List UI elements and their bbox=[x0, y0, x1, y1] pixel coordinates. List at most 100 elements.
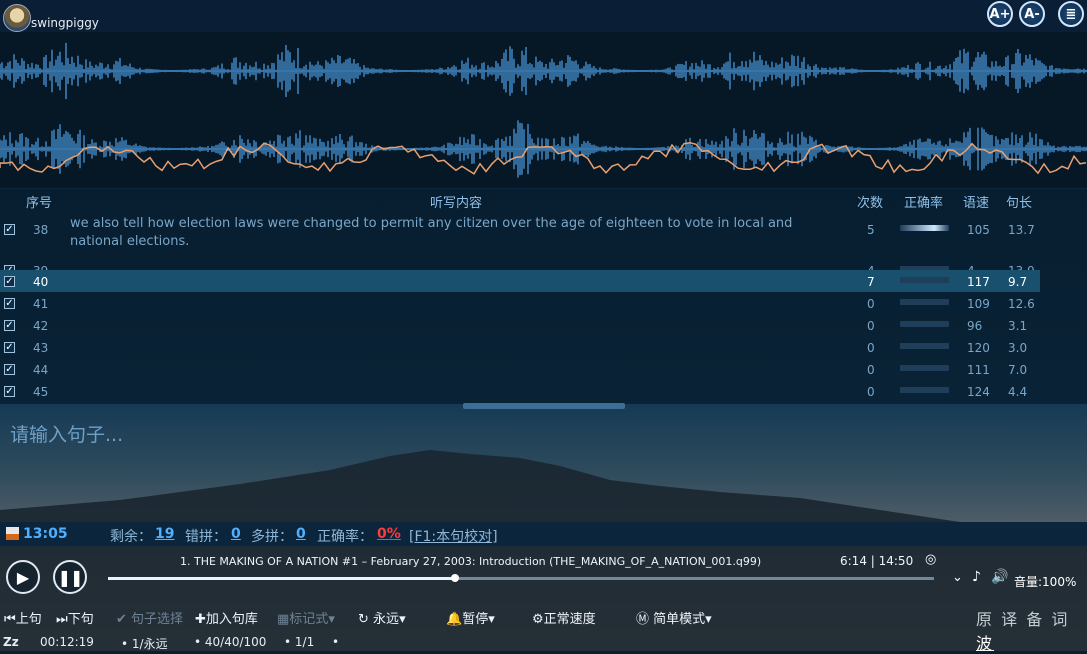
waveform-detail[interactable] bbox=[0, 110, 1087, 188]
tab-original[interactable]: 原 bbox=[976, 610, 994, 629]
timer: 13:05 bbox=[23, 526, 68, 542]
table-row[interactable]: ✓ 44 0 111 7.0 bbox=[0, 358, 1040, 380]
title-bar bbox=[0, 0, 1087, 32]
repeat-icon: ↻ bbox=[358, 612, 369, 627]
sleep-icon[interactable]: Zz bbox=[3, 635, 19, 649]
table-row[interactable]: ✓ 38 we also tell how election laws were c… bbox=[0, 216, 1040, 255]
check-icon: ✔ bbox=[116, 612, 127, 627]
row-count: 5 bbox=[867, 223, 875, 237]
next-sentence-button[interactable]: ⏭下句 bbox=[56, 608, 94, 627]
stats-bar: 13:05 剩余： 19 错拼： 0 多拼： 0 正确率： 0% [F1:本句校… bbox=[0, 522, 1087, 546]
volume-icon[interactable]: 🔊 bbox=[991, 569, 1008, 585]
repeat-status: • 1/永远 bbox=[121, 637, 168, 651]
speed-label: 正常速度 bbox=[543, 612, 596, 627]
tab-translation[interactable]: 译 bbox=[1001, 610, 1019, 629]
progress-handle[interactable] bbox=[450, 574, 459, 582]
row-length: 9.7 bbox=[1008, 275, 1028, 289]
row-checkbox[interactable]: ✓ bbox=[4, 224, 15, 235]
mode-icon: Ⓜ bbox=[636, 612, 650, 627]
speed-button[interactable]: ⚙正常速度 bbox=[532, 608, 596, 627]
pause-mode-dropdown[interactable]: 🔔暂停▾ bbox=[446, 608, 495, 627]
play-button[interactable]: ▶ bbox=[6, 560, 40, 594]
row-checkbox[interactable]: ✓ bbox=[4, 342, 15, 353]
chevron-down-icon[interactable]: ⌄ bbox=[952, 570, 963, 585]
music-note-icon[interactable]: ♪ bbox=[972, 569, 981, 585]
table-row[interactable]: ✓ 45 0 124 4.4 bbox=[0, 380, 1040, 402]
pause-button[interactable]: ❚❚ bbox=[53, 560, 87, 594]
pitch-curve bbox=[0, 142, 1087, 175]
table-row[interactable]: ✓ 43 0 120 3.0 bbox=[0, 336, 1040, 358]
row-checkbox[interactable]: ✓ bbox=[4, 276, 15, 287]
mouse-icon[interactable]: ◎ bbox=[925, 552, 936, 567]
clock-icon bbox=[6, 527, 19, 540]
row-checkbox[interactable]: ✓ bbox=[4, 386, 15, 397]
row-count: 0 bbox=[867, 385, 875, 399]
bell-icon: 🔔 bbox=[446, 612, 463, 627]
plus-icon: ✚ bbox=[195, 612, 206, 627]
row-length: 4.4 bbox=[1008, 385, 1028, 399]
select-label: 句子选择 bbox=[131, 612, 184, 627]
prev-label: 上句 bbox=[15, 612, 42, 627]
mode-dropdown[interactable]: Ⓜ 简单模式▾ bbox=[636, 608, 712, 627]
row-count: 0 bbox=[867, 341, 875, 355]
accuracy-bar bbox=[900, 343, 949, 349]
add-to-library-button[interactable]: ✚加入句库 bbox=[195, 608, 258, 627]
prev-sentence-button[interactable]: ⏮上句 bbox=[4, 608, 42, 627]
row-checkbox[interactable]: ✓ bbox=[4, 298, 15, 309]
font-increase-button[interactable]: A+ bbox=[987, 1, 1013, 27]
track-time: 6:14 | 14:50 bbox=[840, 554, 914, 568]
row-count: 7 bbox=[867, 275, 875, 289]
repeat-status-value: 1/永远 bbox=[131, 637, 168, 651]
tab-words[interactable]: 词 bbox=[1051, 610, 1069, 629]
table-row[interactable]: ✓ 41 0 109 12.6 bbox=[0, 292, 1040, 314]
row-length: 13.7 bbox=[1008, 223, 1035, 237]
font-decrease-button[interactable]: A- bbox=[1019, 1, 1045, 27]
waveform-panel[interactable] bbox=[0, 32, 1087, 188]
row-index: 45 bbox=[33, 385, 49, 399]
next-label: 下句 bbox=[67, 612, 94, 627]
page-status-value: 1/1 bbox=[294, 635, 315, 649]
misspell-value[interactable]: 0 bbox=[231, 526, 241, 542]
row-length: 3.0 bbox=[1008, 341, 1028, 355]
pause-label: 暂停 bbox=[462, 612, 489, 627]
sentence-select-button[interactable]: ✔ 句子选择 bbox=[116, 608, 183, 627]
row-length: 3.1 bbox=[1008, 319, 1028, 333]
gear-icon: ⚙ bbox=[532, 612, 544, 627]
row-checkbox[interactable]: ✓ bbox=[4, 364, 15, 375]
misspell-label: 错拼： bbox=[185, 529, 227, 545]
header-accuracy: 正确率 bbox=[904, 196, 944, 211]
progress-status: • 40/40/100 bbox=[194, 635, 267, 649]
font-increase-icon: A+ bbox=[989, 6, 1011, 22]
repeat-dropdown[interactable]: ↻ 永远▾ bbox=[358, 608, 406, 627]
row-checkbox[interactable]: ✓ bbox=[4, 320, 15, 331]
pause-icon: ❚❚ bbox=[57, 567, 84, 587]
play-icon: ▶ bbox=[16, 567, 30, 587]
dictionary-button[interactable]: ≣ bbox=[1058, 1, 1084, 27]
accuracy-bar bbox=[900, 299, 949, 305]
extra-value[interactable]: 0 bbox=[296, 526, 306, 542]
username: swingpiggy bbox=[31, 16, 99, 30]
check-sentence-link[interactable]: [F1:本句校对] bbox=[409, 526, 498, 546]
remaining-label: 剩余： bbox=[110, 529, 152, 545]
accuracy-bar bbox=[900, 277, 949, 283]
mark-mode-dropdown[interactable]: ▦标记式▾ bbox=[277, 608, 335, 627]
row-speed: 120 bbox=[967, 341, 990, 355]
row-speed: 117 bbox=[967, 275, 990, 289]
extra-label: 多拼： bbox=[251, 529, 293, 545]
accuracy-bar bbox=[900, 365, 949, 371]
header-content: 听写内容 bbox=[430, 196, 483, 211]
table-row[interactable]: ✓ 42 0 96 3.1 bbox=[0, 314, 1040, 336]
track-title: 1. THE MAKING OF A NATION #1 – February … bbox=[180, 555, 762, 568]
remaining-value[interactable]: 19 bbox=[155, 526, 174, 542]
header-count: 次数 bbox=[857, 196, 884, 211]
accuracy-value[interactable]: 0% bbox=[377, 526, 401, 542]
tab-notes[interactable]: 备 bbox=[1026, 610, 1044, 629]
accuracy-bar bbox=[900, 321, 949, 327]
row-length: 7.0 bbox=[1008, 363, 1028, 377]
table-row[interactable]: ✓ 40 7 117 9.7 bbox=[0, 270, 1040, 292]
dictation-input[interactable] bbox=[8, 421, 1082, 449]
avatar[interactable] bbox=[3, 4, 31, 32]
volume-label[interactable]: 音量:100% bbox=[1014, 573, 1076, 590]
prev-icon: ⏮ bbox=[4, 612, 16, 627]
waveform-overview[interactable] bbox=[0, 32, 1087, 110]
